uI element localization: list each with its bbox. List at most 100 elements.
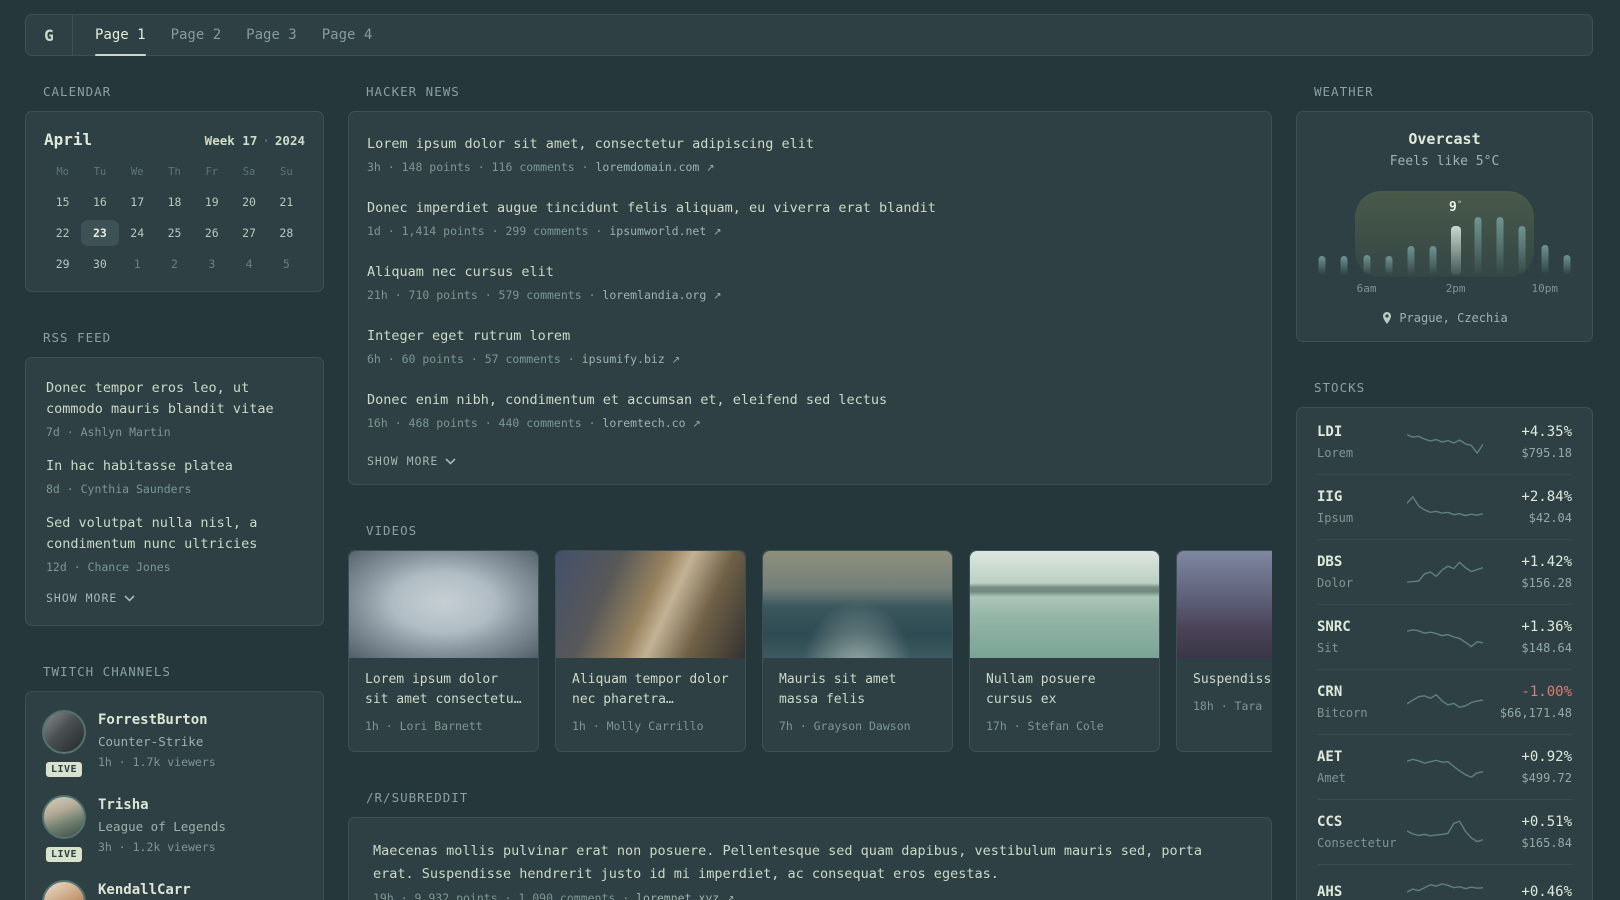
- twitch-channel-name[interactable]: KendallCarr: [98, 880, 191, 900]
- stocks-widget: LDI Lorem +4.35% $795.18 IIG Ipsum +2.84% $42.0…: [1296, 407, 1593, 900]
- show-more-label: SHOW MORE: [367, 454, 439, 468]
- tab-page-4[interactable]: Page 4: [322, 15, 373, 55]
- stock-values: -1.00% $66,171.48: [1493, 682, 1572, 722]
- avatar: [42, 880, 86, 900]
- video-title[interactable]: Nullam posuere cursus ex: [986, 670, 1143, 710]
- story-domain-link[interactable]: loremlandia.org: [602, 288, 706, 302]
- hands-holding-camera-thumbnail[interactable]: [556, 551, 745, 658]
- kendall-portrait-image: [42, 880, 86, 900]
- hn-story-meta: 6h · 60 points · 57 comments · ipsumify.…: [367, 350, 1253, 370]
- hn-story-title[interactable]: Donec imperdiet augue tincidunt felis al…: [367, 198, 1253, 219]
- stock-change: +0.46%: [1521, 884, 1572, 900]
- reddit-post-title[interactable]: Maecenas mollis pulvinar erat non posuer…: [373, 840, 1247, 886]
- stock-sparkline: [1406, 495, 1483, 517]
- hn-story-title[interactable]: Lorem ipsum dolor sit amet, consectetur …: [367, 134, 1253, 155]
- hn-story-meta: 1d · 1,414 points · 299 comments · ipsum…: [367, 222, 1253, 242]
- tab-page-1[interactable]: Page 1: [95, 15, 146, 56]
- degree-symbol: °: [1456, 200, 1463, 210]
- video-card-body: Nullam posuere cursus ex 17h · Stefan Col…: [970, 658, 1159, 751]
- weekday-label: Fr: [205, 166, 219, 178]
- hn-show-more-button[interactable]: SHOW MORE: [367, 454, 1253, 468]
- video-card: Aliquam tempor dolor nec pharetra… 1h · M…: [555, 550, 746, 752]
- hn-story-meta-text: 3h · 148 points · 116 comments: [367, 160, 575, 174]
- rss-item-meta: 7d · Ashlyn Martin: [46, 425, 171, 439]
- stock-name: Consectetur: [1317, 836, 1397, 850]
- rss-item: In hac habitasse platea 8d · Cynthia Saun…: [46, 456, 303, 498]
- twitch-channel-info: Trisha League of Legends 3h · 1.2k viewers: [98, 795, 226, 856]
- twitch-section: TWITCH CHANNELS LIVE ForrestBurton Counter…: [25, 664, 324, 900]
- calendar-widget: April Week 17 · 2024 Mo Tu We Th Fr Sa Su 15 16 17 1…: [25, 111, 324, 292]
- twitch-channel[interactable]: LIVE Trisha League of Legends 3h · 1.2k vie…: [42, 795, 307, 864]
- rss-item-title[interactable]: Donec tempor eros leo, ut commodo mauris…: [46, 378, 303, 420]
- stock-ticker: AET: [1317, 749, 1343, 765]
- tab-page-3[interactable]: Page 3: [246, 15, 297, 55]
- video-card: Mauris sit amet massa felis 7h · Grayson …: [762, 550, 953, 752]
- twitch-game-title: Counter-Strike: [98, 734, 204, 749]
- calendar-day: 3: [208, 257, 216, 271]
- hn-story-title[interactable]: Donec enim nibh, condimentum et accumsan…: [367, 390, 1253, 411]
- tab-page-2[interactable]: Page 2: [171, 15, 222, 55]
- calendar-day: 5: [282, 257, 290, 271]
- temp-value: 9: [1449, 200, 1457, 215]
- weather-bar: [1541, 245, 1549, 275]
- separator-dot: ·: [588, 224, 610, 238]
- video-card: Lorem ipsum dolor sit amet consectetu… 1h…: [348, 550, 539, 752]
- calendar-day: 4: [245, 257, 253, 271]
- stock-price: $42.04: [1528, 511, 1572, 525]
- stock-sparkline: [1406, 434, 1483, 455]
- calendar-day: 15: [55, 195, 70, 209]
- calendar-day: 17: [130, 195, 145, 209]
- stock-values: +4.35% $795.18: [1493, 422, 1572, 462]
- rss-item-title[interactable]: Sed volutpat nulla nisl, a condimentum n…: [46, 513, 303, 555]
- video-card: Nullam posuere cursus ex 17h · Stefan Col…: [969, 550, 1160, 752]
- app-logo[interactable]: G: [26, 15, 73, 55]
- separator-dot: ·: [615, 891, 637, 900]
- stock-values: +0.92% $499.72: [1493, 747, 1572, 787]
- story-domain-link[interactable]: ipsumworld.net: [609, 224, 706, 238]
- hn-story-meta: 21h · 710 points · 579 comments · loreml…: [367, 286, 1253, 306]
- twitch-channel-name[interactable]: ForrestBurton: [98, 710, 216, 730]
- twitch-channel[interactable]: LIVE ForrestBurton Counter-Strike 1h · 1.7k…: [42, 710, 307, 779]
- boat-wake-city-skyline-thumbnail[interactable]: [763, 551, 952, 658]
- story-domain-link[interactable]: loremdomain.com: [596, 160, 700, 174]
- calendar-day: 21: [279, 195, 294, 209]
- story-domain-link[interactable]: ipsumify.biz: [582, 352, 665, 366]
- section-label-subreddit: /R/SUBREDDIT: [366, 790, 469, 805]
- twitch-channel-name[interactable]: Trisha: [98, 795, 226, 815]
- calendar-section: CALENDAR April Week 17 · 2024 Mo Tu We Th Fr Sa…: [25, 84, 324, 292]
- stock-sparkline: [1406, 629, 1483, 648]
- stock-name: Ipsum: [1317, 511, 1354, 525]
- stock-ticker: LDI: [1317, 424, 1343, 440]
- rss-list: Donec tempor eros leo, ut commodo mauris…: [46, 378, 303, 576]
- story-domain-link[interactable]: loremtech.co: [602, 416, 685, 430]
- weather-tick-labels: 6am 2pm 10pm: [1319, 282, 1571, 297]
- hn-story-title[interactable]: Aliquam nec cursus elit: [367, 262, 1253, 283]
- weekday-label: Sa: [242, 166, 256, 178]
- concrete-towers-sky-thumbnail[interactable]: [349, 551, 538, 658]
- twitch-channel-meta: 3h · 1.2k viewers: [98, 840, 216, 854]
- canoe-on-foggy-lake-thumbnail[interactable]: [970, 551, 1159, 658]
- calendar-day: 1: [133, 257, 141, 271]
- post-domain-link[interactable]: loremnet.xyz: [636, 891, 719, 900]
- video-card-body: Mauris sit amet massa felis 7h · Grayson …: [763, 658, 952, 751]
- hn-story: Lorem ipsum dolor sit amet, consectetur …: [367, 134, 1253, 178]
- calendar-day: 18: [167, 195, 182, 209]
- weather-bar: [1363, 255, 1371, 275]
- separator-dot: ·: [581, 416, 603, 430]
- foggy-field-silhouette-thumbnail[interactable]: [1177, 551, 1272, 658]
- hn-story-title[interactable]: Integer eget rutrum lorem: [367, 326, 1253, 347]
- weather-tick-label: 2pm: [1445, 282, 1466, 295]
- video-title[interactable]: Mauris sit amet massa felis: [779, 670, 936, 710]
- calendar-grid: Mo Tu We Th Fr Sa Su 15 16 17 18 19 20 21 22 23 24 25 26 27…: [44, 165, 305, 277]
- calendar-day: 2: [171, 257, 178, 271]
- rss-item-title[interactable]: In hac habitasse platea: [46, 456, 303, 477]
- video-title[interactable]: Lorem ipsum dolor sit amet consectetu…: [365, 670, 522, 710]
- video-title[interactable]: Suspendisse diam: [1193, 670, 1272, 690]
- video-title[interactable]: Aliquam tempor dolor nec pharetra…: [572, 670, 729, 710]
- stocks-section: STOCKS LDI Lorem +4.35% $795.18 IIG Ipsum +2.8…: [1296, 380, 1593, 900]
- separator-dot: ·: [574, 160, 596, 174]
- rss-show-more-button[interactable]: SHOW MORE: [46, 591, 303, 605]
- video-card: Suspendisse diam 18h · Tara: [1176, 550, 1272, 752]
- twitch-channel[interactable]: KendallCarr: [42, 880, 307, 900]
- calendar-week-number: Week 17: [204, 133, 258, 148]
